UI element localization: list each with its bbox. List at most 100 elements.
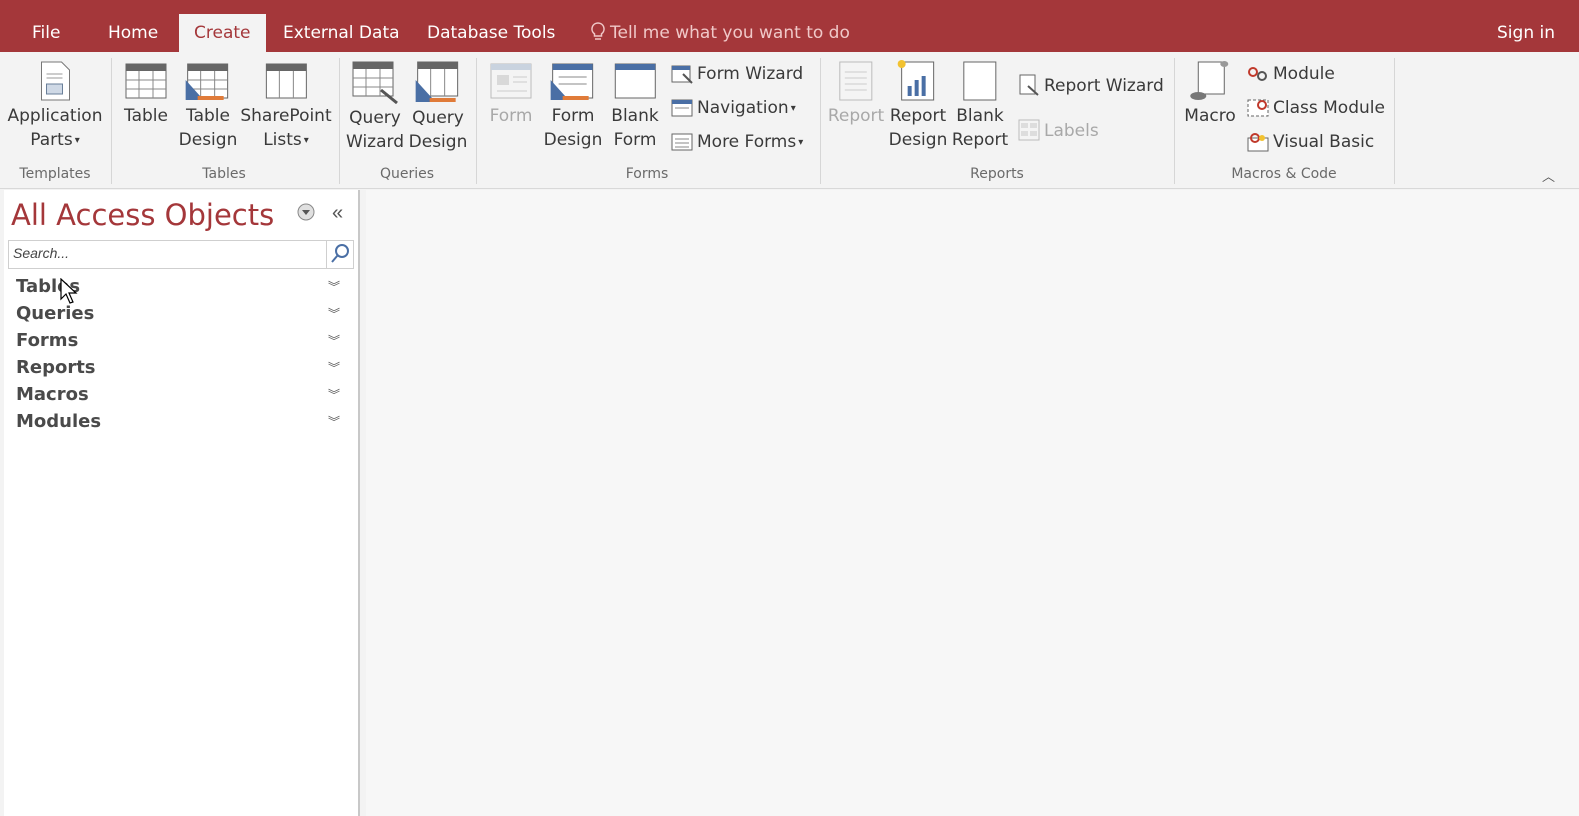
application-parts-label-1: Application xyxy=(7,106,103,126)
group-label-templates: Templates xyxy=(19,166,91,182)
search-placeholder: Search... xyxy=(13,245,70,261)
query-wizard-label-2: Wizard xyxy=(346,132,404,152)
table-icon xyxy=(125,63,167,99)
nav-search-input[interactable]: Search... xyxy=(8,240,354,269)
visual-basic-icon xyxy=(1247,133,1269,152)
more-forms-button[interactable]: More Forms ▾ xyxy=(671,130,803,155)
report-wizard-icon xyxy=(1019,74,1039,96)
application-parts-label-2: Parts xyxy=(30,130,73,150)
class-module-button[interactable]: Class Module xyxy=(1247,96,1385,120)
table-button[interactable]: Table xyxy=(124,56,168,128)
visual-basic-label: Visual Basic xyxy=(1273,132,1375,152)
tab-database-tools[interactable]: Database Tools xyxy=(427,14,555,52)
nav-group-reports[interactable]: Reports xyxy=(16,357,96,378)
tell-me-search[interactable]: Tell me what you want to do xyxy=(590,14,850,52)
dropdown-arrow-icon: ▾ xyxy=(303,135,309,146)
form-label: Form xyxy=(489,106,533,126)
module-icon xyxy=(1248,67,1267,81)
query-design-label-1: Query xyxy=(412,108,464,128)
form-wizard-label: Form Wizard xyxy=(697,64,804,84)
tab-create[interactable]: Create xyxy=(179,14,266,52)
group-separator xyxy=(820,58,821,184)
expand-chevron-icon[interactable]: ︾ xyxy=(328,413,340,430)
table-label: Table xyxy=(124,106,168,126)
visual-basic-button[interactable]: Visual Basic xyxy=(1247,130,1374,154)
tab-home[interactable]: Home xyxy=(108,14,158,52)
form-wizard-icon xyxy=(671,65,693,84)
query-design-button[interactable]: Query Design xyxy=(408,56,468,154)
nav-group-modules[interactable]: Modules xyxy=(16,411,101,432)
sharepoint-label-1: SharePoint xyxy=(240,106,332,126)
nav-pane-title[interactable]: All Access Objects xyxy=(11,198,274,232)
form-button[interactable]: Form xyxy=(489,56,533,128)
nav-group-forms[interactable]: Forms xyxy=(16,330,78,351)
dropdown-arrow-icon: ▾ xyxy=(798,137,804,148)
table-design-label-2: Design xyxy=(178,130,238,150)
sharepoint-lists-button[interactable]: SharePoint Lists ▾ xyxy=(240,56,332,153)
lightbulb-icon xyxy=(591,22,605,40)
navigation-label: Navigation xyxy=(697,98,789,118)
nav-menu-dropdown-icon[interactable] xyxy=(296,202,316,222)
sharepoint-label-2: Lists xyxy=(263,130,302,150)
search-button[interactable] xyxy=(326,241,353,268)
shutter-bar-close-icon[interactable]: « xyxy=(332,202,343,225)
blank-form-label-2: Form xyxy=(613,130,657,150)
labels-icon xyxy=(1018,119,1040,141)
report-design-label-1: Report xyxy=(889,106,947,126)
macro-scroll-icon xyxy=(1189,61,1228,100)
main-workspace xyxy=(366,190,1579,816)
more-forms-icon xyxy=(671,133,693,151)
sharepoint-lists-icon xyxy=(265,63,307,99)
group-label-queries: Queries xyxy=(379,166,435,182)
report-wizard-label: Report Wizard xyxy=(1044,76,1164,96)
form-wizard-button[interactable]: Form Wizard xyxy=(671,62,803,86)
report-label: Report xyxy=(827,106,885,126)
tab-file[interactable]: File xyxy=(32,14,60,52)
nav-group-queries[interactable]: Queries xyxy=(16,303,94,324)
group-label-macros-code: Macros & Code xyxy=(1231,166,1337,182)
blank-form-icon xyxy=(614,63,656,99)
application-parts-button[interactable]: Application Parts ▾ xyxy=(8,56,103,153)
expand-chevron-icon[interactable]: ︾ xyxy=(328,305,340,322)
class-module-icon xyxy=(1247,99,1269,117)
tab-external-data[interactable]: External Data xyxy=(283,14,400,52)
blank-report-button[interactable]: Blank Report xyxy=(952,56,1008,152)
blank-report-label-2: Report xyxy=(951,130,1009,150)
macro-button[interactable]: Macro xyxy=(1184,56,1236,128)
query-wizard-icon xyxy=(352,61,398,104)
group-label-forms: Forms xyxy=(625,166,669,182)
query-design-label-2: Design xyxy=(408,132,468,152)
nav-group-macros[interactable]: Macros xyxy=(16,384,89,405)
blank-form-button[interactable]: Blank Form xyxy=(611,56,659,152)
navigation-pane: All Access Objects « Search... Tables ︾ … xyxy=(4,190,360,816)
more-forms-label: More Forms xyxy=(697,132,797,152)
labels-button[interactable]: Labels xyxy=(1018,119,1099,143)
tell-me-text: Tell me what you want to do xyxy=(610,23,850,43)
expand-chevron-icon[interactable]: ︾ xyxy=(328,386,340,403)
form-design-button[interactable]: Form Design xyxy=(544,56,602,152)
report-design-label-2: Design xyxy=(888,130,948,150)
query-wizard-button[interactable]: Query Wizard xyxy=(346,56,404,154)
collapse-ribbon-icon[interactable]: ︿ xyxy=(1542,166,1555,185)
navigation-button[interactable]: Navigation ▾ xyxy=(671,96,796,121)
report-button[interactable]: Report xyxy=(828,56,884,128)
module-button[interactable]: Module xyxy=(1247,62,1335,86)
expand-chevron-icon[interactable]: ︾ xyxy=(328,359,340,376)
search-icon xyxy=(331,244,349,263)
group-separator xyxy=(111,58,112,184)
report-wizard-button[interactable]: Report Wizard xyxy=(1018,74,1164,98)
dropdown-arrow-icon: ▾ xyxy=(790,103,796,114)
form-design-icon xyxy=(550,63,594,100)
expand-chevron-icon[interactable]: ︾ xyxy=(328,332,340,349)
expand-chevron-icon[interactable]: ︾ xyxy=(328,278,340,295)
navigation-form-icon xyxy=(671,99,693,117)
labels-label: Labels xyxy=(1044,121,1099,141)
blank-form-label-1: Blank xyxy=(611,106,659,126)
table-design-button[interactable]: Table Design xyxy=(178,56,238,152)
blank-report-label-1: Blank xyxy=(956,106,1004,126)
form-icon xyxy=(490,63,532,99)
report-design-button[interactable]: Report Design xyxy=(888,56,948,152)
table-design-icon xyxy=(185,63,229,100)
report-icon xyxy=(839,61,873,101)
sign-in-link[interactable]: Sign in xyxy=(1497,14,1555,52)
